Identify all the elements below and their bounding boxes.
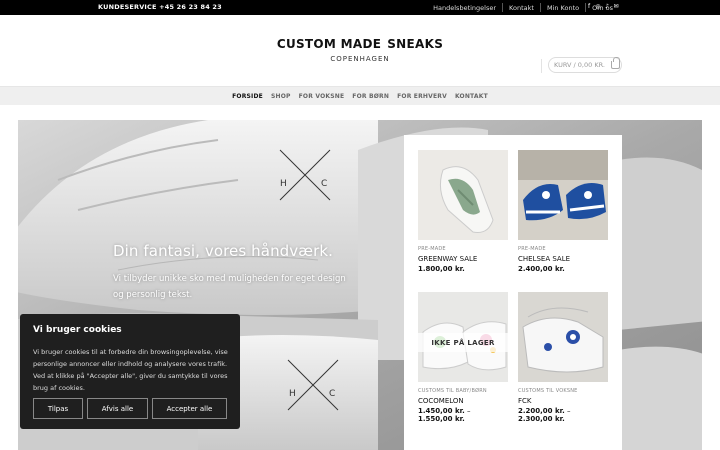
product-card[interactable]: CUSTOMS TIL VOKSNE FCK 2.200,00 kr. – 2.… (518, 292, 608, 423)
product-card[interactable]: PRE-MADE CHELSEA SALE 2.400,00 kr. (518, 150, 608, 273)
product-price: 1.800,00 kr. (418, 265, 465, 273)
divider (539, 3, 541, 12)
top-bar: KUNDESERVICE +45 26 23 84 23 Handelsbeti… (0, 0, 720, 15)
product-price: 2.400,00 kr. (518, 265, 565, 273)
nav-for-voksne[interactable]: FOR VOKSNE (299, 93, 345, 100)
product-image[interactable] (518, 292, 608, 382)
nav-kontakt[interactable]: KONTAKT (455, 93, 488, 100)
logo-text-right: SNEAKS (387, 37, 444, 51)
cookie-dialog: Vi bruger cookies Vi bruger cookies til … (20, 314, 240, 429)
cart-label: KURV / 0,00 KR. (554, 61, 605, 69)
link-kontakt[interactable]: Kontakt (509, 4, 534, 12)
nav-shop[interactable]: SHOP (271, 93, 291, 100)
product-category: PRE-MADE (518, 246, 546, 252)
basket-icon (610, 57, 620, 69)
product-name[interactable]: GREENWAY SALE (418, 255, 508, 263)
instagram-icon[interactable]: ◎ (595, 3, 601, 10)
accept-all-button[interactable]: Accepter alle (152, 398, 227, 419)
nav-forside[interactable]: FORSIDE (232, 93, 263, 100)
customize-button[interactable]: Tilpas (33, 398, 83, 419)
product-name[interactable]: CHELSEA SALE (518, 255, 608, 263)
price-to: 1.550,00 kr. (418, 415, 465, 423)
logo-subtitle: COPENHAGEN (330, 55, 390, 63)
main-nav: FORSIDE SHOP FOR VOKSNE FOR BØRN FOR ERH… (0, 86, 720, 105)
divider (541, 59, 542, 73)
divider (502, 3, 504, 12)
customer-service: KUNDESERVICE +45 26 23 84 23 (98, 3, 222, 11)
svg-text:H: H (280, 179, 287, 189)
cookie-body: Vi bruger cookies til at forbedre din br… (33, 348, 228, 392)
email-icon[interactable]: ✉ (613, 3, 619, 10)
nav-for-erhverv[interactable]: FOR ERHVERV (397, 93, 447, 100)
link-handelsbetingelser[interactable]: Handelsbetingelser (433, 4, 496, 12)
price-from: 2.200,00 kr. (518, 407, 565, 415)
logo-text-left: CUSTOM MADE (276, 37, 382, 51)
price-to: 2.300,00 kr. (518, 415, 565, 423)
svg-text:H: H (289, 389, 296, 399)
nav-for-boern[interactable]: FOR BØRN (352, 93, 389, 100)
product-image[interactable] (418, 150, 508, 240)
product-panel: PRE-MADE GREENWAY SALE 1.800,00 kr. PRE-… (404, 135, 622, 450)
svg-text:C: C (329, 389, 335, 399)
product-category: CUSTOMS TIL BABY/BØRN (418, 388, 487, 394)
tiktok-icon[interactable]: ♪ (604, 3, 610, 10)
social-icons: f ◎ ♪ ✉ (586, 3, 619, 10)
product-image[interactable] (518, 150, 608, 240)
product-card[interactable]: PRE-MADE GREENWAY SALE 1.800,00 kr. (418, 150, 508, 273)
product-image[interactable]: IKKE PÅ LAGER (418, 292, 508, 382)
header: CUSTOM MADE SNEAKS COPENHAGEN KURV / 0,0… (0, 15, 720, 85)
svg-text:C: C (321, 179, 327, 189)
out-of-stock-badge: IKKE PÅ LAGER (418, 333, 508, 352)
hero-title: Din fantasi, vores håndværk. (113, 242, 334, 260)
product-card[interactable]: IKKE PÅ LAGER CUSTOMS TIL BABY/BØRN COCO… (418, 292, 508, 423)
price-from: 1.450,00 kr. (418, 407, 465, 415)
cart-button[interactable]: KURV / 0,00 KR. (541, 57, 622, 73)
hero-text: Vi tilbyder unikke sko med muligheden fo… (113, 274, 346, 300)
reject-all-button[interactable]: Afvis alle (87, 398, 148, 419)
facebook-icon[interactable]: f (586, 3, 592, 10)
product-category: PRE-MADE (418, 246, 446, 252)
cookie-buttons: Tilpas Afvis alle Accepter alle (33, 398, 227, 419)
product-price: 2.200,00 kr. – 2.300,00 kr. (518, 407, 571, 423)
cookie-title: Vi bruger cookies (33, 325, 122, 335)
product-price: 1.450,00 kr. – 1.550,00 kr. (418, 407, 471, 423)
product-category: CUSTOMS TIL VOKSNE (518, 388, 578, 394)
site-logo[interactable]: CUSTOM MADE SNEAKS COPENHAGEN (276, 37, 444, 63)
link-min-konto[interactable]: Min Konto (547, 4, 579, 12)
product-name[interactable]: COCOMELON (418, 397, 508, 405)
product-name[interactable]: FCK (518, 397, 608, 405)
